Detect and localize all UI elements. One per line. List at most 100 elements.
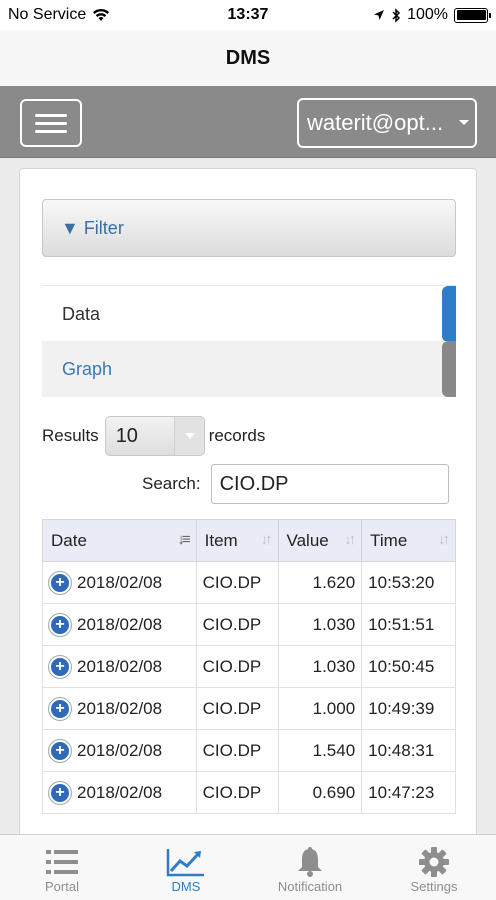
column-header-label: Value <box>286 530 329 550</box>
search-input[interactable] <box>210 464 449 504</box>
account-select[interactable]: waterit@opt... <box>297 98 477 148</box>
cell-date: +2018/02/08 <box>42 603 197 646</box>
table-row: +2018/02/08 CIO.DP 1.620 10:53:20 <box>42 561 456 604</box>
table-row: +2018/02/08 CIO.DP 1.540 10:48:31 <box>42 729 456 772</box>
sort-icon: ↓↑ <box>438 531 450 548</box>
tab-notification[interactable]: Notification <box>248 835 372 900</box>
menu-line <box>35 129 67 133</box>
menu-line <box>35 121 67 125</box>
column-header-item[interactable]: Item ↓↑ <box>195 519 279 562</box>
date-value: 2018/02/08 <box>77 740 163 760</box>
menu-line <box>35 113 67 117</box>
cell-date: +2018/02/08 <box>42 729 197 772</box>
hamburger-menu-button[interactable] <box>20 99 82 147</box>
bell-icon <box>295 845 325 879</box>
column-header-date[interactable]: Date ↓≡ <box>42 519 197 562</box>
tab-portal[interactable]: Portal <box>0 835 124 900</box>
cell-time: 10:48:31 <box>361 729 456 772</box>
table-row: +2018/02/08 CIO.DP 0.690 10:47:23 <box>42 771 456 814</box>
battery-icon <box>454 7 491 23</box>
date-value: 2018/02/08 <box>77 572 163 592</box>
account-select-value: waterit@opt... <box>307 110 444 135</box>
expand-row-icon[interactable]: + <box>49 655 71 678</box>
cell-item: CIO.DP <box>195 603 279 646</box>
tab-graph[interactable]: Graph <box>42 341 456 397</box>
sort-desc-icon: ↓≡ <box>177 531 190 548</box>
cell-value: 1.540 <box>277 729 363 772</box>
status-right: 100% <box>373 6 491 24</box>
tab-dms-label: DMS <box>171 879 201 894</box>
cell-item: CIO.DP <box>195 561 279 604</box>
tab-settings[interactable]: Settings <box>372 835 496 900</box>
expand-row-icon[interactable]: + <box>49 697 71 720</box>
column-header-value[interactable]: Value ↓↑ <box>277 519 363 562</box>
date-value: 2018/02/08 <box>77 698 163 718</box>
page-title: DMS <box>0 30 496 86</box>
date-value: 2018/02/08 <box>77 614 163 634</box>
cell-date: +2018/02/08 <box>42 561 197 604</box>
expand-row-icon[interactable]: + <box>49 781 71 804</box>
page-size-value: 10 <box>115 425 138 447</box>
cell-date: +2018/02/08 <box>42 687 197 730</box>
filter-toggle-button[interactable]: ▼ Filter <box>42 199 456 257</box>
cell-time: 10:50:45 <box>361 645 456 688</box>
content-card: ▼ Filter Data Graph Results 10 records S… <box>19 168 477 838</box>
cell-time: 10:49:39 <box>361 687 456 730</box>
tab-portal-label: Portal <box>45 879 79 894</box>
cell-time: 10:51:51 <box>361 603 456 646</box>
tab-data-label: Data <box>62 304 101 324</box>
records-table: Date ↓≡ Item ↓↑ Value ↓↑ Time ↓↑ +2018/0… <box>42 519 456 814</box>
tab-active-marker <box>442 286 456 342</box>
records-label: records <box>208 426 266 445</box>
column-header-label: Time <box>370 530 408 550</box>
view-tabs: Data Graph <box>42 285 456 397</box>
chart-icon <box>166 845 206 879</box>
column-header-time[interactable]: Time ↓↑ <box>361 519 456 562</box>
cell-value: 1.000 <box>277 687 363 730</box>
sort-icon: ↓↑ <box>260 531 273 548</box>
date-value: 2018/02/08 <box>77 656 163 676</box>
cell-date: +2018/02/08 <box>42 771 197 814</box>
results-label: Results <box>42 426 99 445</box>
cell-date: +2018/02/08 <box>42 645 197 688</box>
cell-value: 1.030 <box>277 645 363 688</box>
cell-time: 10:47:23 <box>361 771 456 814</box>
bottom-tab-bar: Portal DMS Notification Settings <box>0 834 496 900</box>
status-bar: No Service 13:37 100% <box>0 0 496 30</box>
table-row: +2018/02/08 CIO.DP 1.030 10:51:51 <box>42 603 456 646</box>
expand-row-icon[interactable]: + <box>49 613 71 636</box>
expand-row-icon[interactable]: + <box>49 739 71 762</box>
expand-row-icon[interactable]: + <box>49 571 71 594</box>
search-label: Search: <box>142 474 201 493</box>
gear-icon <box>418 845 450 879</box>
cell-item: CIO.DP <box>195 687 279 730</box>
cell-value: 1.620 <box>277 561 363 604</box>
tab-settings-label: Settings <box>410 879 458 894</box>
results-per-page: Results 10 records <box>42 415 265 457</box>
cell-item: CIO.DP <box>195 645 279 688</box>
chevron-down-icon <box>173 417 204 455</box>
toolbar: waterit@opt... <box>0 86 496 158</box>
tab-graph-label: Graph <box>62 359 113 379</box>
battery-percent: 100% <box>407 6 448 23</box>
column-header-label: Date <box>51 530 87 550</box>
cell-value: 1.030 <box>277 603 363 646</box>
column-header-label: Item <box>204 530 238 550</box>
cell-value: 0.690 <box>277 771 363 814</box>
table-row: +2018/02/08 CIO.DP 1.030 10:50:45 <box>42 645 456 688</box>
list-icon <box>45 845 79 879</box>
table-header-row: Date ↓≡ Item ↓↑ Value ↓↑ Time ↓↑ <box>42 519 456 562</box>
cell-item: CIO.DP <box>195 729 279 772</box>
sort-icon: ↓↑ <box>344 531 356 548</box>
tab-dms[interactable]: DMS <box>124 835 248 900</box>
date-value: 2018/02/08 <box>77 782 163 802</box>
search-row: Search: <box>142 463 449 505</box>
tab-marker <box>442 341 456 397</box>
bluetooth-icon <box>392 7 401 23</box>
page-size-select[interactable]: 10 <box>104 416 205 456</box>
cell-item: CIO.DP <box>195 771 279 814</box>
location-arrow-icon <box>374 10 385 20</box>
tab-data[interactable]: Data <box>42 285 456 342</box>
cell-time: 10:53:20 <box>361 561 456 604</box>
table-row: +2018/02/08 CIO.DP 1.000 10:49:39 <box>42 687 456 730</box>
